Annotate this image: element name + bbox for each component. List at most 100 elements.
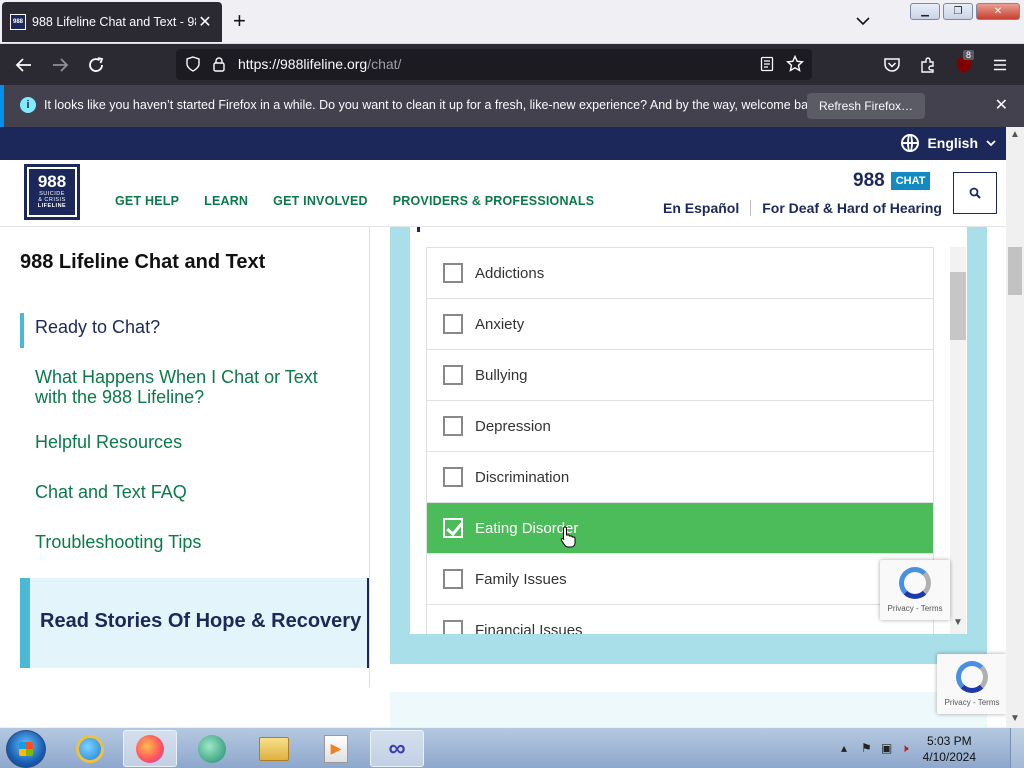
action-center-flag-icon[interactable]: ⚑ xyxy=(861,741,875,755)
recaptcha-badge[interactable]: Privacy - Terms xyxy=(880,560,950,620)
en-espanol-link[interactable]: En Español xyxy=(663,200,739,216)
sidebar-item-what-happens[interactable]: What Happens When I Chat or Text with th… xyxy=(35,367,345,407)
stories-label: Read Stories Of Hope & Recovery xyxy=(40,610,362,632)
window-close-icon[interactable]: ✕ xyxy=(976,3,1020,20)
checkbox[interactable] xyxy=(443,314,463,334)
988-chat-link[interactable]: 988 CHAT xyxy=(853,170,931,192)
taskbar-internet-explorer[interactable] xyxy=(63,730,117,767)
hamburger-menu-icon[interactable] xyxy=(989,54,1011,76)
nav-learn[interactable]: LEARN xyxy=(204,194,248,208)
988-lifeline-logo[interactable]: 988 SUICIDE & CRISIS LIFELINE xyxy=(24,164,80,220)
panel-marker xyxy=(417,227,420,232)
tab-close-icon[interactable]: ✕ xyxy=(196,12,214,32)
bookmark-star-icon[interactable] xyxy=(786,55,804,73)
checkbox[interactable] xyxy=(443,467,463,487)
lower-section xyxy=(390,692,987,727)
topic-row[interactable]: Depression xyxy=(427,401,933,452)
taskbar-clock[interactable]: 5:03 PM 4/10/2024 xyxy=(923,733,976,765)
web-page: English 988 SUICIDE & CRISIS LIFELINE GE… xyxy=(0,127,1006,727)
topic-row[interactable]: Addictions xyxy=(427,248,933,299)
restore-icon[interactable]: ❐ xyxy=(943,3,973,20)
show-desktop-button[interactable] xyxy=(1010,728,1024,768)
taskbar-media-player[interactable]: ▶ xyxy=(309,730,363,767)
topic-row[interactable]: Anxiety xyxy=(427,299,933,350)
notification-message: It looks like you haven’t started Firefo… xyxy=(44,98,825,112)
taskbar-app-green[interactable] xyxy=(185,730,239,767)
scroll-down-icon[interactable]: ▼ xyxy=(1010,713,1020,724)
sidebar-title: 988 Lifeline Chat and Text xyxy=(20,251,266,273)
tracking-shield-icon[interactable] xyxy=(184,55,202,73)
taskbar-file-explorer[interactable] xyxy=(247,730,301,767)
tab-list-chevron-icon[interactable] xyxy=(855,13,871,29)
checkbox[interactable] xyxy=(443,416,463,436)
minimize-icon[interactable]: ▁ xyxy=(910,3,940,20)
topic-row[interactable]: Discrimination xyxy=(427,452,933,503)
loop-app-icon: ∞ xyxy=(388,734,406,762)
sidebar-item-helpful-resources[interactable]: Helpful Resources xyxy=(35,432,345,452)
volume-muted-icon[interactable]: 🕨 xyxy=(901,741,915,755)
url-host: https://988lifeline.org xyxy=(238,56,368,72)
checkbox[interactable] xyxy=(443,263,463,283)
sidebar-item-ready-to-chat[interactable]: Ready to Chat? xyxy=(35,317,345,337)
hand-cursor-icon xyxy=(560,526,576,548)
site-search-button[interactable] xyxy=(953,172,997,214)
folder-icon xyxy=(259,736,289,761)
page-scrollbar-thumb[interactable] xyxy=(1008,247,1022,295)
topic-label: Addictions xyxy=(475,264,545,282)
reader-view-icon[interactable] xyxy=(758,55,776,73)
scroll-up-icon[interactable]: ▲ xyxy=(1010,129,1020,140)
taskbar-firefox[interactable] xyxy=(123,730,177,767)
pocket-icon[interactable] xyxy=(881,54,903,76)
header-secondary-links: En Español For Deaf & Hard of Hearing xyxy=(663,200,942,216)
media-player-icon: ▶ xyxy=(324,734,348,763)
search-icon xyxy=(969,187,981,199)
stories-of-hope-link[interactable]: Read Stories Of Hope & Recovery xyxy=(20,578,369,668)
taskbar-app-loop[interactable]: ∞ xyxy=(370,730,424,767)
deaf-hard-of-hearing-link[interactable]: For Deaf & Hard of Hearing xyxy=(762,200,942,216)
checkbox-checked[interactable] xyxy=(443,518,463,538)
recaptcha-icon xyxy=(899,567,931,599)
site-favicon-icon: 988 xyxy=(10,14,26,30)
recaptcha-label: Privacy - Terms xyxy=(887,604,943,613)
internet-explorer-icon xyxy=(76,734,104,763)
nav-get-help[interactable]: GET HELP xyxy=(115,194,179,208)
nav-get-involved[interactable]: GET INVOLVED xyxy=(273,194,368,208)
ublock-extension-icon[interactable]: 8 xyxy=(953,50,975,76)
page-scrollbar[interactable]: ▲ ▼ xyxy=(1006,127,1024,727)
lock-icon[interactable] xyxy=(210,55,228,73)
topic-row-selected[interactable]: Eating Disorder xyxy=(427,503,933,554)
forward-arrow-icon[interactable] xyxy=(49,54,71,76)
checkbox[interactable] xyxy=(443,620,463,634)
extensions-puzzle-icon[interactable] xyxy=(917,54,939,76)
checkbox[interactable] xyxy=(443,569,463,589)
network-icon[interactable]: ▣ xyxy=(881,741,895,755)
recaptcha-icon xyxy=(956,661,988,693)
topic-row[interactable]: Financial Issues xyxy=(427,605,933,634)
topic-row[interactable]: Bullying xyxy=(427,350,933,401)
refresh-firefox-button[interactable]: Refresh Firefox… xyxy=(807,93,926,119)
clock-date: 4/10/2024 xyxy=(922,750,976,764)
new-tab-icon[interactable]: + xyxy=(233,10,246,32)
notification-close-icon[interactable]: ✕ xyxy=(995,95,1008,115)
logo-number: 988 xyxy=(37,172,67,191)
panel-scrollbar-thumb[interactable] xyxy=(950,272,966,340)
language-selector[interactable]: English xyxy=(901,134,996,152)
recaptcha-badge-floating[interactable]: Privacy - Terms xyxy=(937,654,1006,714)
start-button[interactable] xyxy=(6,730,46,768)
topic-row[interactable]: Family Issues xyxy=(427,554,933,605)
clock-time: 5:03 PM xyxy=(926,734,972,748)
back-arrow-icon[interactable] xyxy=(13,54,35,76)
tray-overflow-icon[interactable]: ▴ xyxy=(841,741,855,755)
chat-bubble-icon xyxy=(198,734,226,763)
nav-providers-professionals[interactable]: PROVIDERS & PROFESSIONALS xyxy=(393,194,595,208)
topic-label: Discrimination xyxy=(475,468,570,486)
window-controls: ▁ ❐ ✕ xyxy=(910,3,1020,20)
checkbox[interactable] xyxy=(443,365,463,385)
sidebar-item-chat-text-faq[interactable]: Chat and Text FAQ xyxy=(35,482,345,502)
reload-icon[interactable] xyxy=(85,54,107,76)
topic-label: Depression xyxy=(475,417,551,435)
browser-tab-active[interactable]: 988 988 Lifeline Chat and Text - 988 ✕ xyxy=(2,2,222,42)
panel-scroll-down-icon[interactable]: ▼ xyxy=(953,617,963,628)
address-bar[interactable]: https://988lifeline.org/chat/ xyxy=(176,49,812,80)
sidebar-item-troubleshooting[interactable]: Troubleshooting Tips xyxy=(35,532,345,552)
